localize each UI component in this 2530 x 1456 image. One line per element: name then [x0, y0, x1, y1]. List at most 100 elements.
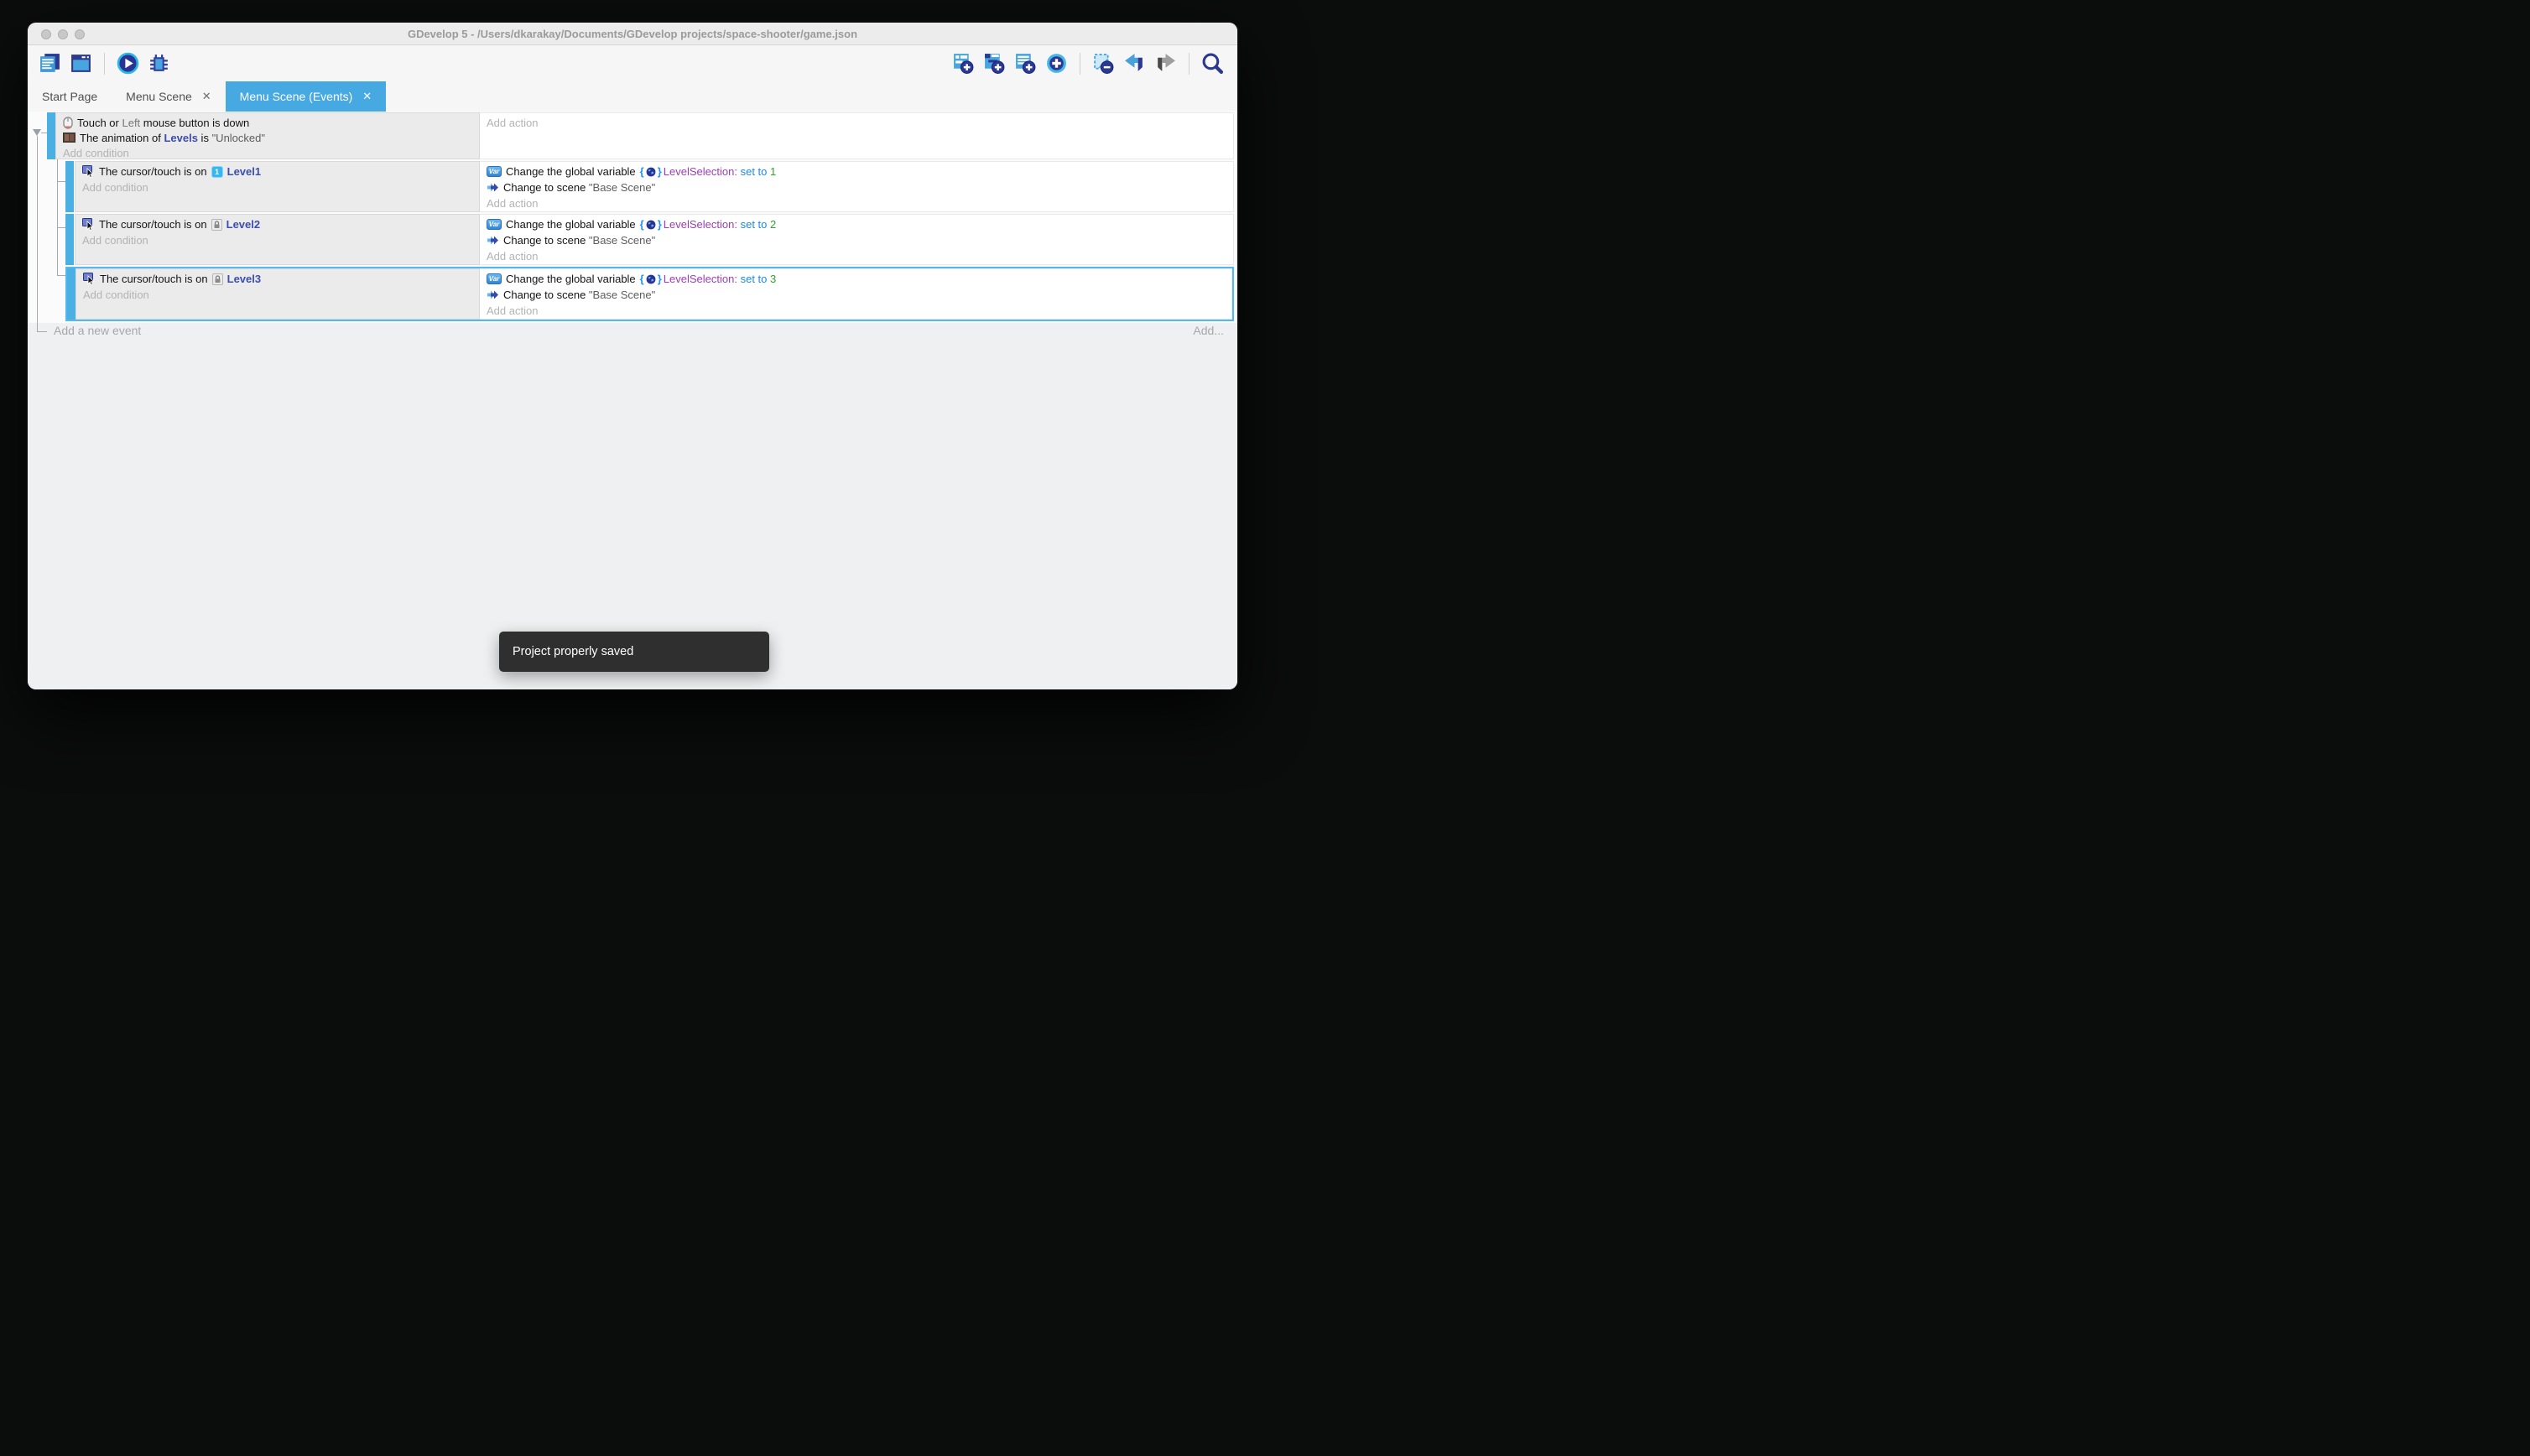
debug-icon[interactable] [148, 52, 170, 75]
toolbar-divider [1189, 53, 1190, 75]
window-controls [41, 29, 85, 39]
add-action-button[interactable]: Add action [487, 248, 1233, 264]
event-main: Touch or Left mouse button is down The a… [47, 112, 1234, 159]
add-condition-button[interactable]: Add condition [82, 232, 479, 248]
add-condition-button[interactable]: Add condition [83, 287, 479, 303]
level1-icon: 1 [211, 166, 223, 178]
conditions-cell[interactable]: The cursor/touch is on Level3 Add condit… [75, 268, 480, 320]
add-more-button[interactable]: Add... [1193, 324, 1224, 337]
globe-icon [646, 220, 656, 230]
actions-cell[interactable]: Var Change the global variable { } Level… [480, 161, 1234, 212]
traffic-light-zoom[interactable] [75, 29, 85, 39]
actions-cell[interactable]: Var Change the global variable { } Level… [480, 268, 1232, 320]
global-variable-icon: { [640, 165, 644, 178]
global-variable-icon: } [658, 273, 662, 285]
gdevelop-window: GDevelop 5 - /Users/dkarakay/Documents/G… [28, 23, 1237, 689]
global-variable-icon: { [640, 218, 644, 231]
tree-line [37, 331, 47, 332]
variable-icon: Var [487, 273, 502, 284]
delete-selected-icon[interactable] [1092, 52, 1115, 75]
title-bar: GDevelop 5 - /Users/dkarakay/Documents/G… [28, 23, 1237, 45]
locked-level-icon [212, 273, 223, 285]
add-action-button[interactable]: Add action [487, 303, 1231, 319]
action-change-scene[interactable]: Change to scene "Base Scene" [487, 232, 1233, 248]
variable-icon: Var [487, 166, 502, 177]
window-title: GDevelop 5 - /Users/dkarakay/Documents/G… [28, 23, 1237, 45]
undo-icon[interactable] [1123, 52, 1146, 75]
action-set-variable[interactable]: Var Change the global variable { } Level… [487, 164, 1233, 179]
search-icon[interactable] [1201, 52, 1224, 75]
add-circle-icon[interactable] [1045, 52, 1068, 75]
actions-cell[interactable]: Var Change the global variable { } Level… [480, 214, 1234, 265]
toast-message: Project properly saved [513, 645, 633, 658]
toolbar-right-group [952, 52, 1237, 75]
event-level2: The cursor/touch is on Level2 Add condit… [65, 214, 1234, 265]
traffic-light-close[interactable] [41, 29, 51, 39]
condition-cursor-on[interactable]: The cursor/touch is on Level2 [82, 216, 479, 232]
tree-line [57, 275, 65, 276]
editor-tabs: Start Page Menu Scene ✕ Menu Scene (Even… [28, 81, 1237, 112]
action-change-scene[interactable]: Change to scene "Base Scene" [487, 179, 1233, 195]
add-new-event-button[interactable]: Add a new event [54, 324, 141, 337]
scene-editor-icon[interactable] [70, 52, 92, 75]
events-sheet: Touch or Left mouse button is down The a… [28, 112, 1237, 689]
tab-label: Menu Scene [126, 90, 192, 103]
condition-cursor-on[interactable]: The cursor/touch is on 1 Level1 [82, 164, 479, 179]
tab-label: Start Page [42, 90, 97, 103]
actions-cell[interactable]: Add action [480, 112, 1234, 159]
toolbar-left-group [28, 52, 170, 75]
action-change-scene[interactable]: Change to scene "Base Scene" [487, 287, 1231, 303]
tab-menu-scene[interactable]: Menu Scene ✕ [112, 81, 226, 112]
close-icon[interactable]: ✕ [362, 90, 372, 103]
condition-cursor-on[interactable]: The cursor/touch is on Level3 [83, 271, 479, 287]
action-set-variable[interactable]: Var Change the global variable { } Level… [487, 271, 1231, 287]
conditions-cell[interactable]: The cursor/touch is on Level2 Add condit… [75, 214, 480, 265]
event-highlight-bar[interactable] [67, 268, 75, 320]
change-scene-icon [487, 235, 499, 246]
conditions-cell[interactable]: Touch or Left mouse button is down The a… [55, 112, 480, 159]
locked-level-icon [211, 219, 222, 231]
condition-animation[interactable]: The animation of Levels is "Unlocked" [63, 130, 479, 145]
global-variable-icon: } [658, 218, 662, 231]
change-scene-icon [487, 289, 499, 300]
tree-line [57, 181, 65, 182]
add-subevent-icon[interactable] [983, 52, 1006, 75]
tab-label: Menu Scene (Events) [240, 90, 353, 103]
redo-icon[interactable] [1154, 52, 1177, 75]
main-toolbar [28, 45, 1237, 81]
mouse-icon [63, 117, 73, 129]
tab-start-page[interactable]: Start Page [28, 81, 112, 112]
globe-icon [646, 167, 656, 177]
cursor-on-object-icon [82, 165, 95, 178]
collapse-arrow-icon[interactable] [33, 129, 41, 136]
action-set-variable[interactable]: Var Change the global variable { } Level… [487, 216, 1233, 232]
add-condition-button[interactable]: Add condition [82, 179, 479, 195]
play-icon[interactable] [117, 52, 139, 75]
globe-icon [646, 274, 656, 284]
add-condition-button[interactable]: Add condition [63, 145, 479, 160]
traffic-light-minimize[interactable] [58, 29, 68, 39]
change-scene-icon [487, 182, 499, 193]
add-comment-icon[interactable] [1014, 52, 1037, 75]
event-highlight-bar[interactable] [47, 112, 55, 159]
cursor-on-object-icon [82, 218, 95, 231]
project-manager-icon[interactable] [39, 52, 61, 75]
condition-mouse-down[interactable]: Touch or Left mouse button is down [63, 115, 479, 130]
event-level3-selected: The cursor/touch is on Level3 Add condit… [65, 267, 1234, 321]
tree-line [37, 136, 38, 332]
tree-line [57, 159, 58, 276]
toast-notification: Project properly saved [499, 632, 769, 672]
add-action-button[interactable]: Add action [487, 115, 1233, 130]
event-level1: The cursor/touch is on 1 Level1 Add cond… [65, 161, 1234, 212]
add-event-icon[interactable] [952, 52, 975, 75]
variable-icon: Var [487, 219, 502, 230]
close-icon[interactable]: ✕ [202, 90, 211, 103]
cursor-on-object-icon [83, 273, 96, 285]
animation-icon [63, 133, 75, 143]
conditions-cell[interactable]: The cursor/touch is on 1 Level1 Add cond… [75, 161, 480, 212]
event-highlight-bar[interactable] [65, 161, 74, 212]
global-variable-icon: { [640, 273, 644, 285]
tab-menu-scene-events[interactable]: Menu Scene (Events) ✕ [226, 81, 387, 112]
add-action-button[interactable]: Add action [487, 195, 1233, 211]
event-highlight-bar[interactable] [65, 214, 74, 265]
